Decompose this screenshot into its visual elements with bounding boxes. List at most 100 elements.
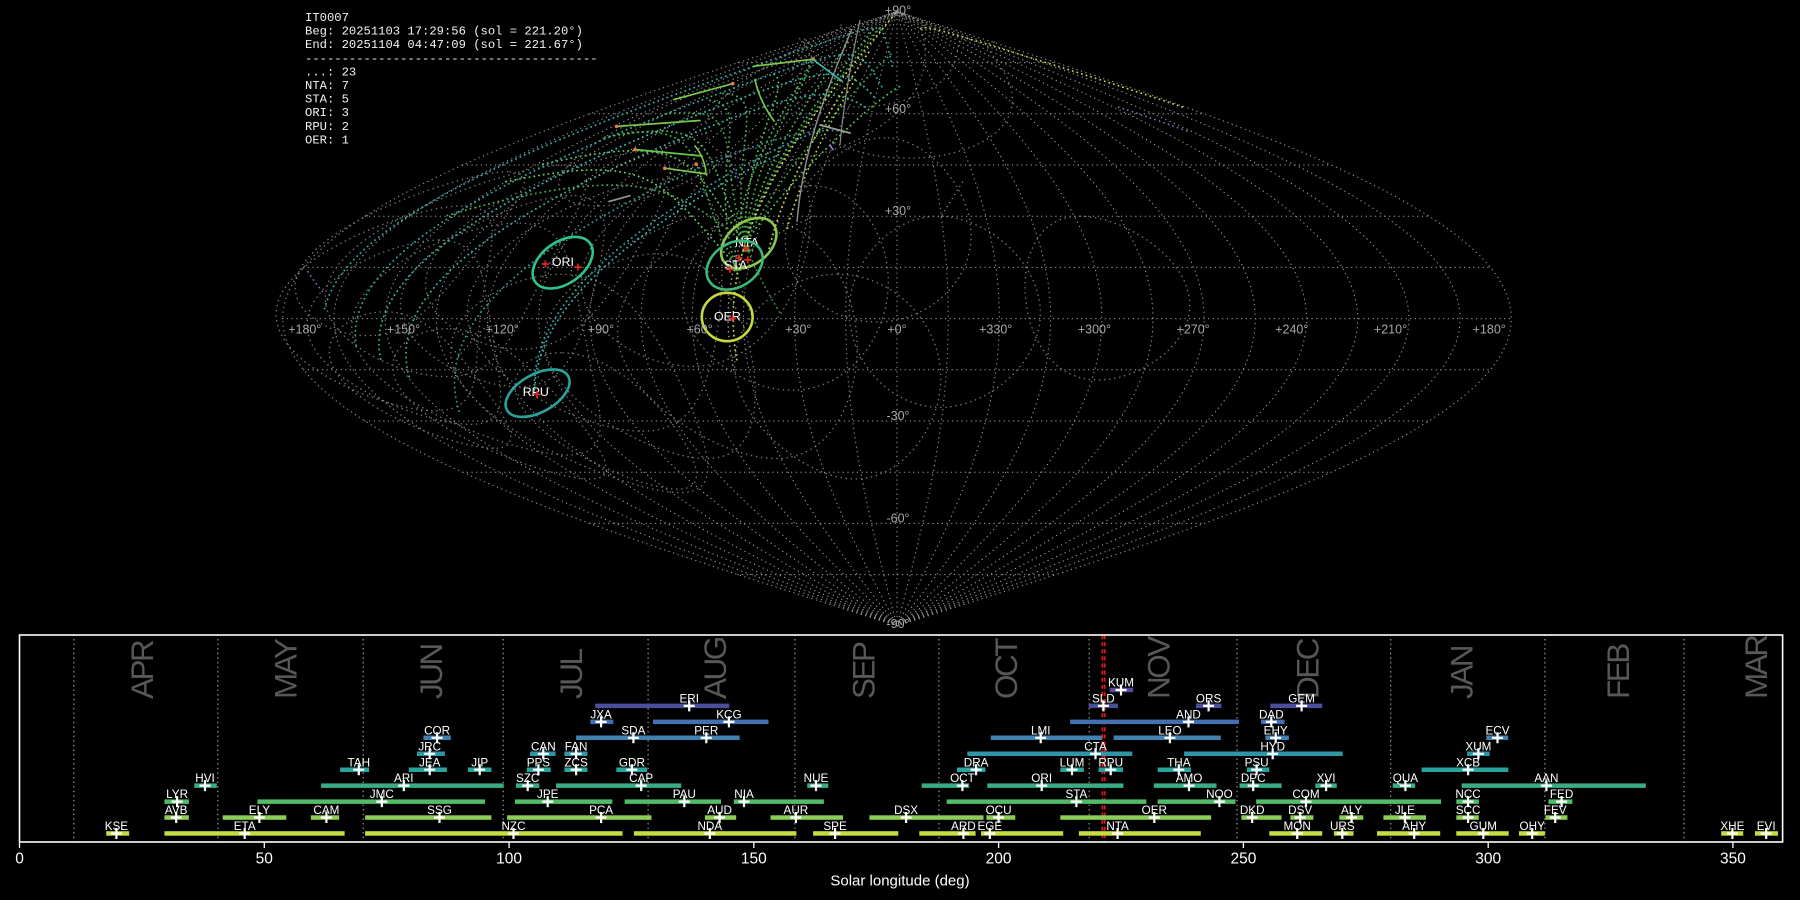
svg-text:MAY: MAY [267, 638, 303, 699]
svg-text:QUA: QUA [1393, 772, 1419, 785]
svg-text:DAD: DAD [1259, 709, 1284, 722]
svg-text:JAN: JAN [1444, 646, 1480, 699]
svg-text:RPU: RPU [1098, 756, 1123, 769]
svg-text:XVI: XVI [1317, 772, 1336, 785]
svg-text:XCB: XCB [1456, 756, 1480, 769]
svg-text:LUM: LUM [1060, 756, 1085, 769]
svg-text:CAN: CAN [531, 740, 556, 753]
svg-text:ORI: 3: ORI: 3 [305, 106, 349, 120]
svg-text:OCT: OCT [988, 638, 1024, 699]
svg-text:100: 100 [496, 851, 522, 868]
svg-text:XHE: XHE [1720, 820, 1744, 833]
svg-text:THA: THA [1167, 756, 1191, 769]
svg-text:Solar longitude (deg): Solar longitude (deg) [830, 873, 969, 890]
svg-text:+60°: +60° [686, 323, 712, 337]
svg-text:------------------------------: ---------------------------------------- [305, 52, 598, 66]
svg-text:PAU: PAU [673, 788, 696, 801]
svg-text:LYR: LYR [166, 788, 188, 801]
svg-text:+60°: +60° [885, 102, 911, 116]
svg-text:JUL: JUL [553, 649, 589, 699]
svg-text:JXA: JXA [590, 709, 612, 722]
svg-text:-60°: -60° [886, 511, 909, 525]
svg-text:JIP: JIP [471, 756, 488, 769]
svg-text:+150°: +150° [387, 323, 420, 337]
svg-text:+240°: +240° [1275, 323, 1308, 337]
svg-text:OER: OER [714, 309, 741, 323]
svg-text:PSU: PSU [1245, 756, 1269, 769]
svg-text:ALY: ALY [1341, 804, 1362, 817]
svg-text:+90°: +90° [885, 4, 911, 18]
svg-text:+270°: +270° [1177, 323, 1210, 337]
svg-text:TAH: TAH [348, 756, 371, 769]
svg-text:FEV: FEV [1544, 804, 1567, 817]
svg-text:XUM: XUM [1465, 740, 1491, 753]
svg-text:+330°: +330° [979, 323, 1012, 337]
svg-text:SPE: SPE [823, 820, 847, 833]
svg-text:LEO: LEO [1158, 724, 1181, 737]
svg-text:0: 0 [15, 851, 24, 868]
svg-text:PPS: PPS [527, 756, 551, 769]
svg-text:RPU: RPU [523, 385, 549, 399]
svg-text:KSE: KSE [105, 820, 129, 833]
svg-text:JLE: JLE [1395, 804, 1415, 817]
svg-text:+0°: +0° [887, 323, 906, 337]
svg-text:ERI: ERI [679, 693, 698, 706]
svg-text:NOV: NOV [1141, 636, 1177, 699]
svg-text:PER: PER [694, 724, 718, 737]
svg-text:AUR: AUR [784, 804, 809, 817]
svg-text:-90°: -90° [886, 617, 909, 631]
svg-text:EHY: EHY [1264, 724, 1288, 737]
svg-text:DKD: DKD [1240, 804, 1265, 817]
svg-text:+210°: +210° [1374, 323, 1407, 337]
svg-text:MON: MON [1284, 820, 1311, 833]
svg-text:APR: APR [124, 640, 160, 699]
svg-text:KCG: KCG [716, 709, 741, 722]
svg-text:AAN: AAN [1534, 772, 1558, 785]
svg-text:150: 150 [741, 851, 767, 868]
svg-text:DSX: DSX [894, 804, 918, 817]
svg-text:Beg: 20251103 17:29:56 (sol =: Beg: 20251103 17:29:56 (sol = 221.20°) [305, 25, 583, 39]
svg-text:SEP: SEP [846, 642, 882, 699]
svg-text:GEM: GEM [1288, 693, 1315, 706]
svg-text:NIA: NIA [734, 788, 754, 801]
svg-text:NCC: NCC [1455, 788, 1480, 801]
svg-text:DPC: DPC [1241, 772, 1266, 785]
svg-text:STA: STA [1065, 788, 1087, 801]
svg-text:NOO: NOO [1206, 788, 1233, 801]
svg-text:NTA: NTA [735, 236, 760, 250]
svg-text:KUM: KUM [1108, 677, 1134, 690]
svg-text:OCT: OCT [950, 772, 975, 785]
svg-text:NUE: NUE [804, 772, 829, 785]
svg-text:JMC: JMC [370, 788, 394, 801]
svg-text:+120°: +120° [486, 323, 519, 337]
svg-text:50: 50 [256, 851, 274, 868]
svg-text:LMI: LMI [1031, 724, 1050, 737]
svg-text:ETA: ETA [234, 820, 256, 833]
svg-text:IT0007: IT0007 [305, 11, 349, 25]
svg-text:JPE: JPE [537, 788, 559, 801]
svg-text:FED: FED [1550, 788, 1573, 801]
svg-text:...: 23: ...: 23 [305, 65, 356, 79]
svg-text:OER: OER [1142, 804, 1167, 817]
svg-text:OER: 1: OER: 1 [305, 133, 349, 147]
svg-text:AUG: AUG [697, 637, 733, 699]
svg-text:+180°: +180° [1473, 323, 1506, 337]
svg-text:+30°: +30° [785, 323, 811, 337]
svg-text:OCU: OCU [986, 804, 1012, 817]
svg-text:ARD: ARD [951, 820, 976, 833]
svg-text:ORI: ORI [552, 255, 574, 269]
svg-text:+30°: +30° [885, 204, 911, 218]
svg-text:250: 250 [1230, 851, 1256, 868]
svg-text:+180°: +180° [288, 323, 321, 337]
svg-text:350: 350 [1720, 851, 1746, 868]
svg-text:DSV: DSV [1288, 804, 1312, 817]
svg-text:ORS: ORS [1196, 693, 1222, 706]
svg-text:CAM: CAM [313, 804, 339, 817]
svg-text:NTA: 7: NTA: 7 [305, 79, 349, 93]
svg-text:-30°: -30° [886, 409, 909, 423]
svg-text:NTA: NTA [1106, 820, 1129, 833]
svg-text:FAN: FAN [565, 740, 588, 753]
svg-text:DEC: DEC [1290, 638, 1326, 699]
svg-text:HVI: HVI [195, 772, 214, 785]
svg-text:300: 300 [1475, 851, 1501, 868]
